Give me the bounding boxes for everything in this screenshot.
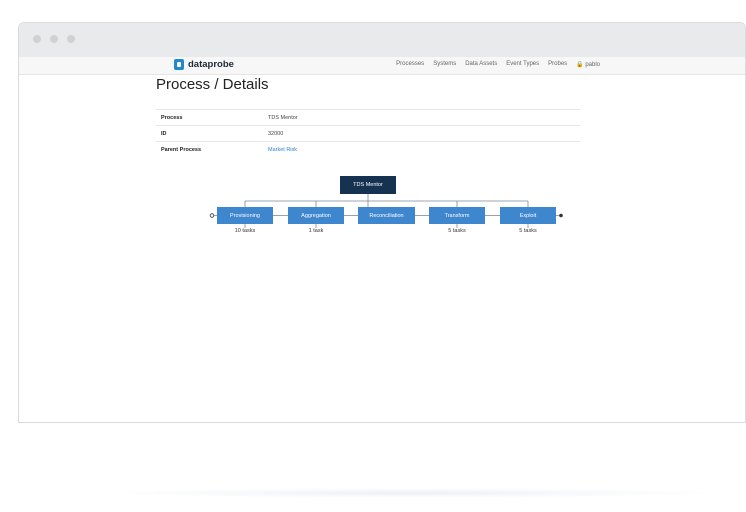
flow-step-transform[interactable]: Transform: [429, 207, 485, 224]
task-count-aggregation: 1 task: [308, 228, 324, 234]
flow-step-exploit[interactable]: Exploit: [500, 207, 556, 224]
task-count-provisioning: 10 tasks: [234, 228, 256, 234]
flow-start-node: [209, 213, 215, 218]
flow-end-node: [559, 213, 563, 218]
flow-root-node[interactable]: TDS Mentor: [340, 176, 396, 194]
flow-step-reconciliation[interactable]: Reconciliation: [358, 207, 415, 224]
task-count-transform: 5 tasks: [448, 228, 466, 234]
flow-connectors: [209, 194, 563, 228]
task-count-exploit: 5 tasks: [519, 228, 537, 234]
window-shadow: [100, 488, 720, 498]
flow-step-aggregation[interactable]: Aggregation: [288, 207, 344, 224]
flow-step-provisioning[interactable]: Provisioning: [217, 207, 273, 224]
